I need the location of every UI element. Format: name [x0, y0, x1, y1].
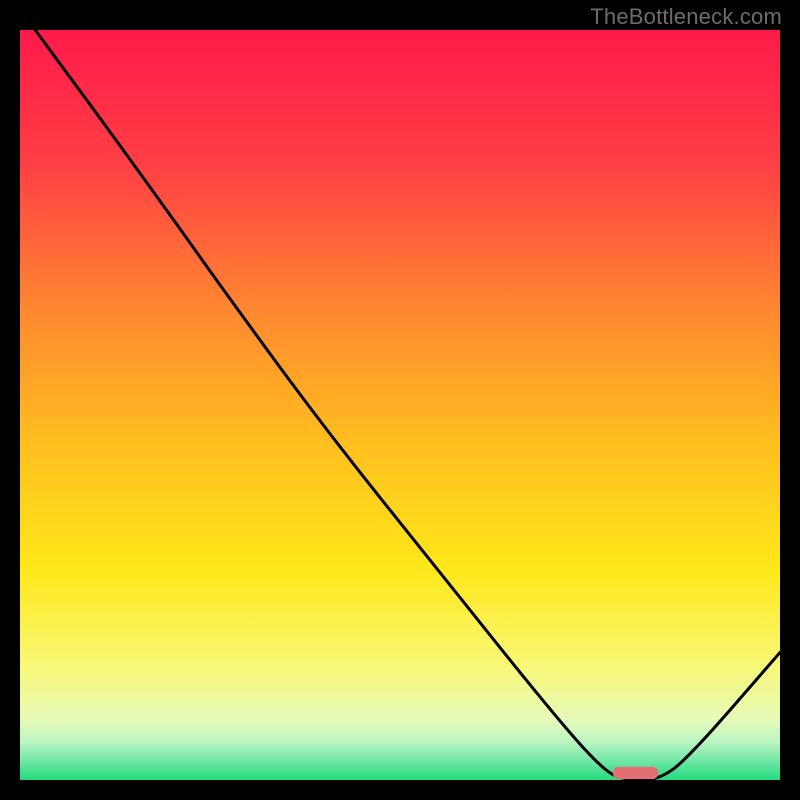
chart-svg	[20, 30, 780, 780]
optimum-marker	[613, 767, 659, 779]
watermark-text: TheBottleneck.com	[590, 4, 782, 30]
plot-area	[20, 30, 780, 780]
gradient-background	[20, 30, 780, 780]
chart-container: TheBottleneck.com	[0, 0, 800, 800]
